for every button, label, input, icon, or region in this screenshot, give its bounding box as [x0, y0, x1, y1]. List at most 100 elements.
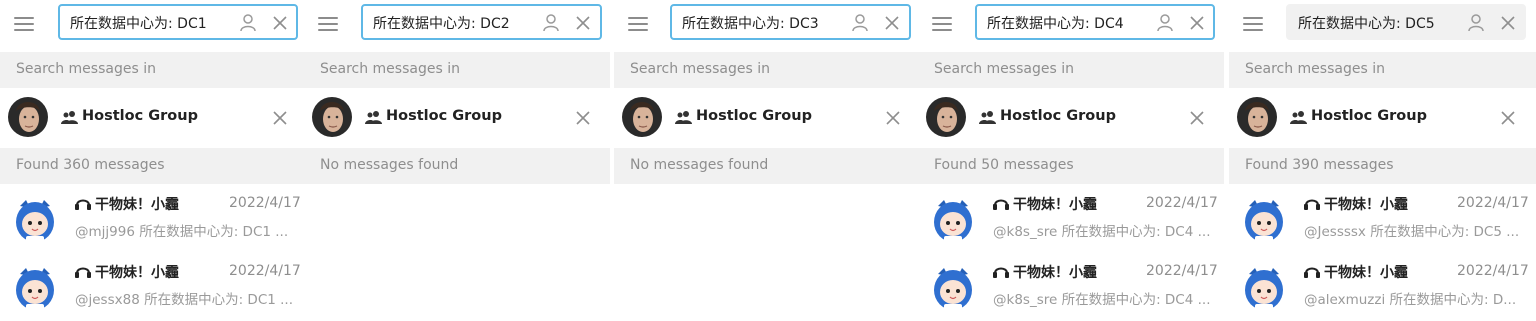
- hamburger-menu-icon[interactable]: [318, 14, 342, 34]
- group-icon: [365, 111, 382, 124]
- bot-avatar: [16, 268, 54, 313]
- hamburger-menu-icon[interactable]: [932, 14, 956, 34]
- results-band: Found 360 messages: [0, 148, 304, 184]
- selected-chat-row: Hostloc Group: [614, 88, 920, 148]
- chat-name: Hostloc Group: [82, 108, 198, 124]
- message-date: 2022/4/17: [229, 195, 301, 211]
- selected-chat-row: Hostloc Group: [918, 88, 1224, 148]
- message-date: 2022/4/17: [1457, 263, 1529, 279]
- sender-name: 干物妹！小霾: [95, 197, 179, 213]
- search-label-band: Search messages in: [304, 52, 610, 88]
- chat-avatar: [8, 97, 48, 137]
- remove-chat-filter-icon[interactable]: [1500, 110, 1516, 126]
- search-panel-dc3: Search messages in Hostloc Group: [614, 0, 920, 321]
- results-count: No messages found: [630, 157, 769, 173]
- search-box: [361, 4, 602, 40]
- search-result-item[interactable]: 干物妹！小霾 2022/4/17 @alexmuzzi 所在数据中心为: D..…: [1229, 256, 1536, 321]
- top-bar: [1229, 0, 1536, 52]
- search-input[interactable]: [373, 13, 523, 33]
- search-result-item[interactable]: 干物妹！小霾 2022/4/17 @k8s_sre 所在数据中心为: DC4 .…: [918, 188, 1224, 256]
- bot-sender-icon: [75, 267, 91, 278]
- search-result-item[interactable]: 干物妹！小霾 2022/4/17 @k8s_sre 所在数据中心为: DC4 .…: [918, 256, 1224, 321]
- message-snippet: @k8s_sre 所在数据中心为: DC4 ...: [993, 292, 1211, 308]
- results-band: No messages found: [304, 148, 610, 184]
- message-date: 2022/4/17: [229, 263, 301, 279]
- selected-chat-row: Hostloc Group: [0, 88, 304, 148]
- remove-chat-filter-icon[interactable]: [885, 110, 901, 126]
- clear-search-icon[interactable]: [1500, 15, 1516, 31]
- clear-search-icon[interactable]: [1189, 15, 1205, 31]
- bot-avatar: [934, 200, 972, 245]
- chat-name: Hostloc Group: [1311, 108, 1427, 124]
- message-snippet: @jessx88 所在数据中心为: DC1 ...: [75, 292, 293, 308]
- hamburger-menu-icon[interactable]: [1243, 14, 1267, 34]
- bot-sender-icon: [993, 199, 1009, 210]
- search-label-band: Search messages in: [614, 52, 920, 88]
- group-icon: [979, 111, 996, 124]
- hamburger-menu-icon[interactable]: [14, 14, 38, 34]
- search-box: [1286, 4, 1526, 40]
- search-label: Search messages in: [934, 61, 1074, 77]
- chat-name: Hostloc Group: [696, 108, 812, 124]
- search-box: [670, 4, 911, 40]
- results-band: Found 390 messages: [1229, 148, 1536, 184]
- chat-name: Hostloc Group: [1000, 108, 1116, 124]
- selected-chat-row: Hostloc Group: [1229, 88, 1536, 148]
- search-label: Search messages in: [320, 61, 460, 77]
- person-icon[interactable]: [240, 14, 256, 32]
- clear-search-icon[interactable]: [575, 15, 591, 31]
- top-bar: [304, 0, 610, 52]
- clear-search-icon[interactable]: [884, 15, 900, 31]
- search-label: Search messages in: [1245, 61, 1385, 77]
- person-icon[interactable]: [543, 14, 559, 32]
- bot-sender-icon: [993, 267, 1009, 278]
- bot-sender-icon: [75, 199, 91, 210]
- search-input[interactable]: [70, 13, 220, 33]
- remove-chat-filter-icon[interactable]: [1189, 110, 1205, 126]
- search-label-band: Search messages in: [918, 52, 1224, 88]
- search-label: Search messages in: [630, 61, 770, 77]
- search-result-item[interactable]: 干物妹！小霾 2022/4/17 @Jessssx 所在数据中心为: DC5 .…: [1229, 188, 1536, 256]
- sender-name: 干物妹！小霾: [95, 265, 179, 281]
- search-input[interactable]: [987, 13, 1137, 33]
- search-box: [975, 4, 1215, 40]
- search-input[interactable]: [1298, 13, 1448, 33]
- person-icon[interactable]: [1468, 14, 1484, 32]
- group-icon: [675, 111, 692, 124]
- bot-avatar: [934, 268, 972, 313]
- sender-name: 干物妹！小霾: [1324, 197, 1408, 213]
- chat-name: Hostloc Group: [386, 108, 502, 124]
- chat-avatar: [312, 97, 352, 137]
- search-label-band: Search messages in: [0, 52, 304, 88]
- bot-avatar: [1245, 200, 1283, 245]
- bot-sender-icon: [1304, 199, 1320, 210]
- chat-avatar: [1237, 97, 1277, 137]
- remove-chat-filter-icon[interactable]: [575, 110, 591, 126]
- chat-avatar: [926, 97, 966, 137]
- message-snippet: @Jessssx 所在数据中心为: DC5 ...: [1304, 224, 1520, 240]
- message-snippet: @mjj996 所在数据中心为: DC1 ...: [75, 224, 289, 240]
- search-box: [58, 4, 298, 40]
- person-icon[interactable]: [1157, 14, 1173, 32]
- remove-chat-filter-icon[interactable]: [272, 110, 288, 126]
- message-snippet: @k8s_sre 所在数据中心为: DC4 ...: [993, 224, 1211, 240]
- top-bar: [0, 0, 304, 52]
- results-band: Found 50 messages: [918, 148, 1224, 184]
- search-label: Search messages in: [16, 61, 156, 77]
- message-date: 2022/4/17: [1457, 195, 1529, 211]
- person-icon[interactable]: [852, 14, 868, 32]
- sender-name: 干物妹！小霾: [1324, 265, 1408, 281]
- search-panel-dc2: Search messages in Hostloc Group: [304, 0, 610, 321]
- search-result-item[interactable]: 干物妹！小霾 2022/4/17 @jessx88 所在数据中心为: DC1 .…: [0, 256, 304, 321]
- search-input[interactable]: [682, 13, 832, 33]
- search-label-band: Search messages in: [1229, 52, 1536, 88]
- hamburger-menu-icon[interactable]: [628, 14, 652, 34]
- message-snippet: @alexmuzzi 所在数据中心为: D...: [1304, 292, 1517, 308]
- results-count: Found 50 messages: [934, 157, 1074, 173]
- search-result-item[interactable]: 干物妹！小霾 2022/4/17 @mjj996 所在数据中心为: DC1 ..…: [0, 188, 304, 256]
- bot-sender-icon: [1304, 267, 1320, 278]
- top-bar: [918, 0, 1224, 52]
- clear-search-icon[interactable]: [272, 15, 288, 31]
- results-count: Found 360 messages: [16, 157, 165, 173]
- search-panel-dc5: Search messages in Hostloc Group: [1229, 0, 1536, 321]
